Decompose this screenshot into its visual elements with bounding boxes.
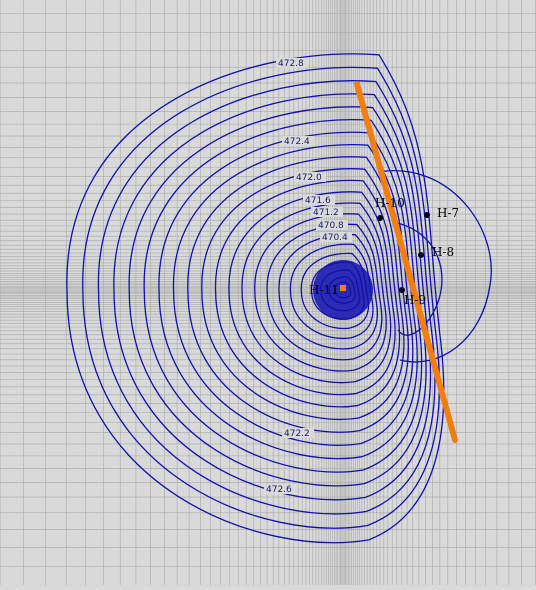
- contour-map: H-7 H-8 H-9 H-10 H-11 472.8 472.4 472.0 471.6 47…: [0, 0, 536, 588]
- well-label: H-9: [404, 293, 426, 307]
- well-label: H-8: [432, 245, 454, 259]
- contour-label: 472.0: [296, 173, 322, 183]
- contour-label: 472.6: [266, 485, 292, 495]
- contour-label: 472.8: [278, 59, 304, 69]
- contour-label: 470.8: [318, 221, 344, 231]
- well-label: H-11: [309, 283, 339, 297]
- well-marker: [418, 252, 424, 258]
- contour-label: 471.2: [313, 208, 339, 218]
- well-label: H-7: [437, 206, 459, 220]
- well-marker: [424, 212, 430, 218]
- well-marker: [377, 215, 383, 221]
- pumping-well-marker: [340, 285, 346, 291]
- contour-label: 472.4: [284, 137, 310, 147]
- contour-label: 471.6: [305, 196, 331, 206]
- contour-map-view: H-7 H-8 H-9 H-10 H-11 472.8 472.4 472.0 471.6 47…: [0, 0, 536, 588]
- contour-label: 470.4: [322, 233, 348, 243]
- contour-label: 472.2: [284, 429, 310, 439]
- well-label: H-10: [375, 196, 405, 210]
